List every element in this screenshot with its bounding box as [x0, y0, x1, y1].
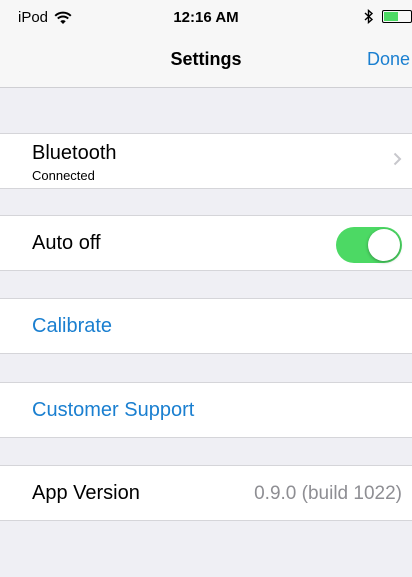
page-title: Settings [170, 49, 242, 69]
battery-icon [382, 10, 412, 23]
status-bar: iPod 12:16 AM [0, 0, 412, 40]
bluetooth-row[interactable]: Bluetooth Connected [0, 133, 412, 189]
bluetooth-icon [364, 9, 374, 24]
battery-level [384, 12, 398, 21]
status-time: 12:16 AM [173, 9, 239, 26]
chevron-right-icon [393, 152, 402, 166]
toggle-knob [368, 229, 400, 261]
done-button[interactable]: Done [367, 49, 410, 70]
customer-support-label: Customer Support [32, 399, 195, 421]
auto-off-row: Auto off [0, 215, 412, 271]
app-version-value: 0.9.0 (build 1022) [254, 483, 402, 504]
calibrate-row[interactable]: Calibrate [0, 298, 412, 354]
auto-off-toggle[interactable] [336, 227, 402, 263]
status-right [364, 9, 412, 24]
auto-off-label: Auto off [32, 232, 101, 254]
customer-support-row[interactable]: Customer Support [0, 382, 412, 438]
bluetooth-status: Connected [32, 168, 95, 183]
bluetooth-label: Bluetooth [32, 142, 117, 164]
app-version-label: App Version [32, 482, 140, 504]
navigation-bar: Settings Done [0, 40, 412, 88]
calibrate-label: Calibrate [32, 315, 113, 337]
app-version-row: App Version 0.9.0 (build 1022) [0, 465, 412, 521]
